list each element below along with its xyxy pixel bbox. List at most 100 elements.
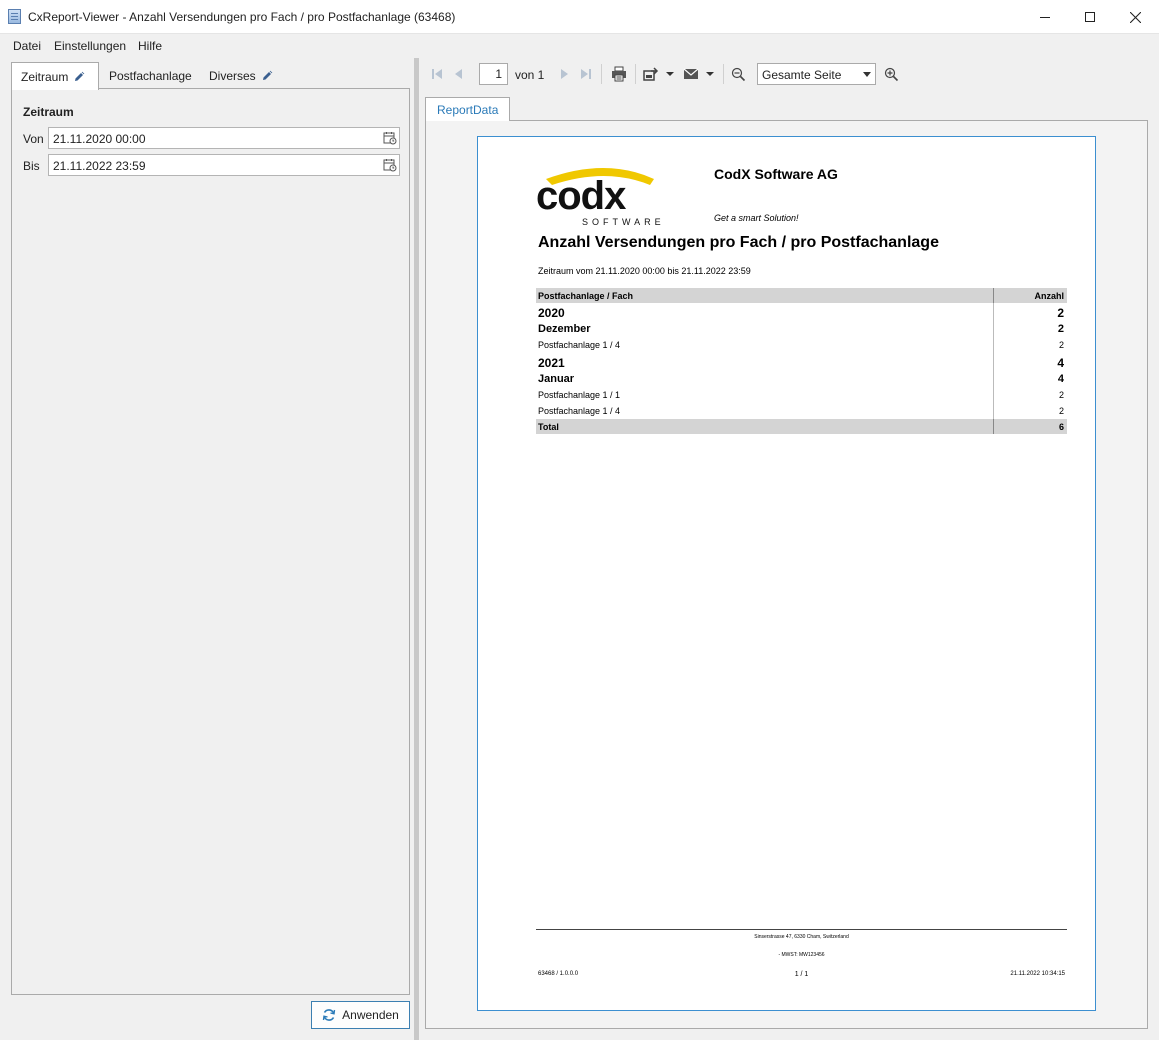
pencil-icon (75, 71, 85, 81)
zoom-in-button[interactable] (883, 66, 899, 82)
menu-einstellungen[interactable]: Einstellungen (54, 39, 126, 53)
calendar-icon[interactable] (383, 158, 397, 172)
section-title: Zeitraum (23, 105, 74, 119)
panel-splitter[interactable] (414, 58, 419, 1040)
maximize-button[interactable] (1067, 0, 1113, 34)
last-page-button[interactable] (578, 66, 594, 82)
next-page-button[interactable] (556, 66, 572, 82)
to-label: Bis (23, 159, 40, 173)
previous-page-icon (455, 69, 462, 79)
tab-reportdata[interactable]: ReportData (425, 97, 510, 121)
column-divider (993, 403, 994, 419)
from-date-value: 21.11.2020 00:00 (53, 132, 146, 146)
row-label: Postfachanlage 1 / 1 (538, 390, 621, 400)
tab-label: Zeitraum (21, 70, 69, 84)
first-page-icon (432, 69, 442, 79)
logo-text: codx (536, 174, 626, 218)
table-header: Postfachanlage / Fach Anzahl (536, 288, 1067, 303)
table-row: 2021 4 (536, 353, 1067, 370)
chevron-down-icon (863, 72, 871, 77)
toolbar-separator (723, 64, 724, 84)
page-number-input[interactable]: 1 (479, 63, 508, 85)
total-label: Total (538, 422, 559, 432)
email-icon (683, 68, 699, 79)
report-toolbar: 1 von 1 Gesamte Seite (425, 62, 1145, 86)
table-row: Dezember 2 (536, 320, 1067, 337)
footer-divider (536, 929, 1067, 930)
menu-hilfe[interactable]: Hilfe (138, 39, 162, 53)
export-icon (643, 67, 659, 81)
close-button[interactable] (1112, 0, 1158, 34)
calendar-icon[interactable] (383, 131, 397, 145)
report-page: codx SOFTWARE CodX Software AG Get a sma… (477, 136, 1096, 1011)
chevron-down-icon (706, 72, 714, 76)
table-total-row: Total 6 (536, 419, 1067, 434)
zoom-out-button[interactable] (730, 66, 746, 82)
export-button[interactable] (642, 66, 676, 82)
minimize-icon (1040, 16, 1050, 18)
row-label: Januar (538, 373, 575, 385)
email-button[interactable] (681, 66, 717, 82)
footer-address: Sinserstrasse 47, 6330 Cham, Switzerland (754, 934, 849, 940)
close-icon (1129, 11, 1141, 23)
table-row: Postfachanlage 1 / 4 2 (536, 403, 1067, 419)
logo-subtext: SOFTWARE (582, 217, 665, 227)
row-label: 2021 (538, 356, 565, 370)
tab-label: Postfachanlage (109, 69, 192, 83)
column-divider (993, 419, 994, 434)
window-title: CxReport-Viewer - Anzahl Versendungen pr… (28, 10, 456, 24)
print-button[interactable] (610, 66, 628, 82)
report-period: Zeitraum vom 21.11.2020 00:00 bis 21.11.… (538, 266, 751, 276)
title-bar: CxReport-Viewer - Anzahl Versendungen pr… (0, 0, 1159, 34)
column-divider (993, 303, 994, 320)
row-value: 2 (1058, 340, 1064, 350)
row-value: 2 (1058, 390, 1064, 400)
zoom-select[interactable]: Gesamte Seite (757, 63, 876, 85)
toolbar-separator (635, 64, 636, 84)
previous-page-button[interactable] (451, 66, 467, 82)
table-row: Postfachanlage 1 / 1 2 (536, 387, 1067, 403)
next-page-icon (561, 69, 568, 79)
tab-zeitraum[interactable]: Zeitraum (11, 62, 99, 90)
company-slogan: Get a smart Solution! (714, 213, 799, 223)
row-value: 2 (1057, 306, 1064, 320)
footer-page-number: 1 / 1 (794, 971, 809, 978)
first-page-button[interactable] (429, 66, 445, 82)
codx-logo: codx SOFTWARE (536, 168, 665, 227)
apply-label: Anwenden (342, 1008, 399, 1022)
minimize-button[interactable] (1022, 0, 1068, 34)
row-value: 2 (1058, 406, 1064, 416)
toolbar-separator (601, 64, 602, 84)
total-value: 6 (1058, 422, 1064, 432)
row-value: 4 (1057, 356, 1064, 370)
app-icon (8, 9, 21, 24)
report-title: Anzahl Versendungen pro Fach / pro Postf… (538, 234, 939, 251)
column-divider (993, 320, 994, 337)
from-date-field[interactable]: 21.11.2020 00:00 (48, 127, 400, 149)
column-divider (993, 353, 994, 370)
zoom-in-icon (884, 67, 898, 81)
footer-vat: - MWST: MW123456 (778, 952, 825, 958)
table-row: Postfachanlage 1 / 4 2 (536, 337, 1067, 353)
row-value: 4 (1057, 373, 1064, 385)
footer-timestamp: 21.11.2022 10:34:15 (1010, 971, 1065, 977)
zoom-value: Gesamte Seite (762, 68, 842, 82)
tab-postfachanlage[interactable]: Postfachanlage (100, 62, 201, 89)
page-count: von 1 (515, 68, 545, 82)
column-divider (993, 370, 994, 387)
maximize-icon (1085, 12, 1095, 22)
row-value: 2 (1057, 323, 1064, 335)
tab-diverses[interactable]: Diverses (200, 62, 282, 89)
apply-button[interactable]: Anwenden (311, 1001, 410, 1029)
column-divider (993, 337, 994, 353)
zoom-out-icon (731, 67, 745, 81)
pencil-icon (262, 70, 272, 80)
parameter-panel: Zeitraum Von 21.11.2020 00:00 Bis 21.11.… (11, 88, 410, 995)
to-date-field[interactable]: 21.11.2022 23:59 (48, 154, 400, 176)
table-row: 2020 2 (536, 303, 1067, 320)
parameter-tabs: Zeitraum Postfachanlage Diverses (11, 62, 411, 90)
to-date-value: 21.11.2022 23:59 (53, 159, 146, 173)
row-label: Postfachanlage 1 / 4 (538, 406, 621, 416)
column-divider (993, 387, 994, 403)
menu-datei[interactable]: Datei (13, 39, 41, 53)
